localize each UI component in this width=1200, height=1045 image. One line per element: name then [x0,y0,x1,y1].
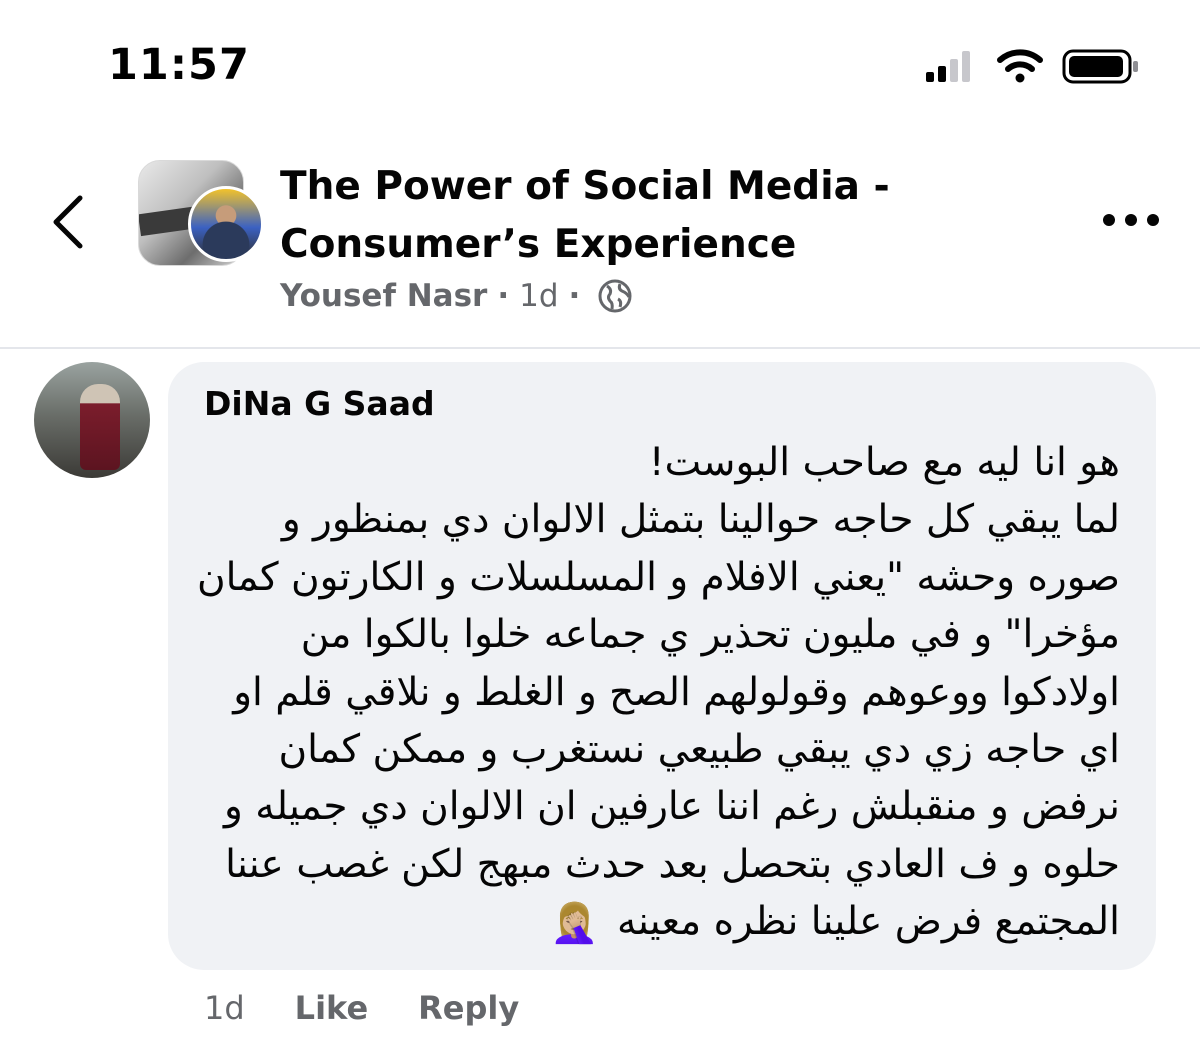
post-header: The Power of Social Media - Consumer’s E… [0,140,1200,348]
meta-separator-2: · [568,278,581,314]
status-time: 11:57 [108,40,250,90]
status-bar: 11:57 [0,0,1200,120]
more-dots-icon [1103,214,1159,226]
comment-actions: 1d Like Reply [204,985,569,1031]
battery-icon [1062,49,1138,84]
header-divider [0,347,1200,349]
commenter-avatar[interactable] [34,362,150,478]
meta-separator: · [497,278,510,314]
post-time[interactable]: 1d [519,278,558,314]
group-avatar[interactable] [138,160,264,266]
reply-button[interactable]: Reply [418,989,519,1027]
globe-icon [598,279,632,313]
chevron-left-icon [53,195,83,249]
admin-avatar [188,186,264,262]
comment-text: هو انا ليه مع صاحب البوست! لما يبقي كل ح… [196,440,1120,945]
back-button[interactable] [44,192,94,252]
comment-bubble: DiNa G Saad هو انا ليه مع صاحب البوست! ل… [168,362,1156,970]
more-options-button[interactable] [1096,200,1166,240]
face-palm-emoji-icon: 🤦🏼‍♀️ [550,901,599,947]
group-title[interactable]: The Power of Social Media - Consumer’s E… [280,158,920,274]
cellular-signal-icon [926,51,970,82]
status-icons [926,49,1138,84]
post-author[interactable]: Yousef Nasr [280,278,487,314]
comment-age: 1d [204,989,245,1027]
like-button[interactable]: Like [295,989,368,1027]
commenter-name[interactable]: DiNa G Saad [204,384,435,423]
post-meta: Yousef Nasr · 1d · [280,276,632,316]
wifi-icon [997,49,1043,83]
comment-body: هو انا ليه مع صاحب البوست! لما يبقي كل ح… [190,434,1120,952]
